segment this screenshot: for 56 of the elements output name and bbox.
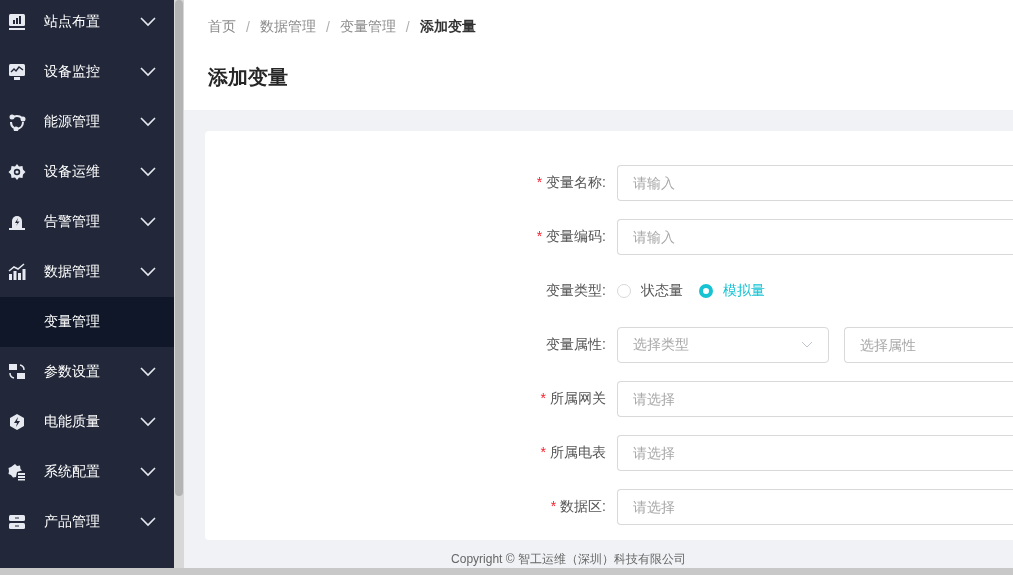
chevron-icon xyxy=(140,467,156,477)
radio-option[interactable]: 状态量 xyxy=(617,281,683,300)
sidebar-item[interactable]: 数据管理 xyxy=(0,247,174,297)
breadcrumb-separator: / xyxy=(246,19,250,35)
menu-icon xyxy=(8,213,26,231)
menu-icon xyxy=(8,413,26,431)
chevron-icon xyxy=(140,17,156,27)
menu-icon xyxy=(8,63,26,81)
field-label: * 变量编码: xyxy=(535,227,607,246)
field-label: 变量属性: xyxy=(545,335,607,354)
menu-icon xyxy=(8,13,26,31)
caret-icon xyxy=(801,341,813,349)
chevron-icon xyxy=(140,67,156,77)
sidebar-item[interactable]: 系统配置 xyxy=(0,447,174,497)
text-field[interactable]: 请选择 xyxy=(617,434,1013,471)
menu-icon xyxy=(8,463,26,481)
text-field[interactable]: 请输入 xyxy=(617,218,1013,255)
menu-icon xyxy=(8,113,26,131)
chevron-icon xyxy=(140,217,156,227)
menu-icon xyxy=(8,263,26,281)
menu-icon xyxy=(8,163,26,181)
sidebar-item[interactable]: 设备监控 xyxy=(0,47,174,97)
chevron-icon xyxy=(140,517,156,527)
page-title: 添加变量 xyxy=(208,65,289,90)
chevron-icon xyxy=(140,417,156,427)
sidebar-item[interactable]: 能源管理 xyxy=(0,97,174,147)
chevron-icon xyxy=(140,267,156,277)
scrollbar[interactable] xyxy=(174,0,184,568)
sidebar-item[interactable]: 告警管理 xyxy=(0,197,174,247)
breadcrumb-link[interactable]: 首页 xyxy=(208,18,236,36)
field-label: 变量类型: xyxy=(545,281,607,300)
field-label: * 数据区: xyxy=(549,497,607,516)
sidebar-item[interactable]: 产品管理 xyxy=(0,497,174,547)
field-label: * 变量名称: xyxy=(535,173,607,192)
field-label: * 所属网关 xyxy=(539,389,607,408)
sidebar-item[interactable]: 设备运维 xyxy=(0,147,174,197)
copyright-text: Copyright © 智工运维（深圳）科技有限公司 xyxy=(450,551,687,568)
breadcrumb-separator: / xyxy=(405,19,410,35)
text-field[interactable]: 请选择 xyxy=(617,488,1013,525)
chevron-icon xyxy=(140,117,156,127)
chevron-icon xyxy=(140,367,156,377)
text-field[interactable]: 请输入 xyxy=(617,164,1013,201)
sidebar-item[interactable]: 站点布置 xyxy=(0,0,174,47)
breadcrumb-link[interactable]: 变量管理 xyxy=(339,18,396,36)
sidebar-item[interactable]: 电能质量 xyxy=(0,397,174,447)
select-field[interactable]: 选择属性 xyxy=(844,326,1013,363)
scrollbar[interactable] xyxy=(0,568,1013,575)
submenu-item[interactable]: 变量管理 xyxy=(0,297,174,347)
sidebar-item[interactable]: 参数设置 xyxy=(0,347,174,397)
text-field[interactable]: 请选择 xyxy=(617,380,1013,417)
breadcrumb-link[interactable]: 数据管理 xyxy=(259,18,316,36)
chevron-icon xyxy=(140,167,156,177)
breadcrumb-separator: / xyxy=(325,19,330,35)
menu-icon xyxy=(8,513,26,531)
menu-icon xyxy=(8,363,26,381)
field-label: * 所属电表 xyxy=(539,443,607,462)
